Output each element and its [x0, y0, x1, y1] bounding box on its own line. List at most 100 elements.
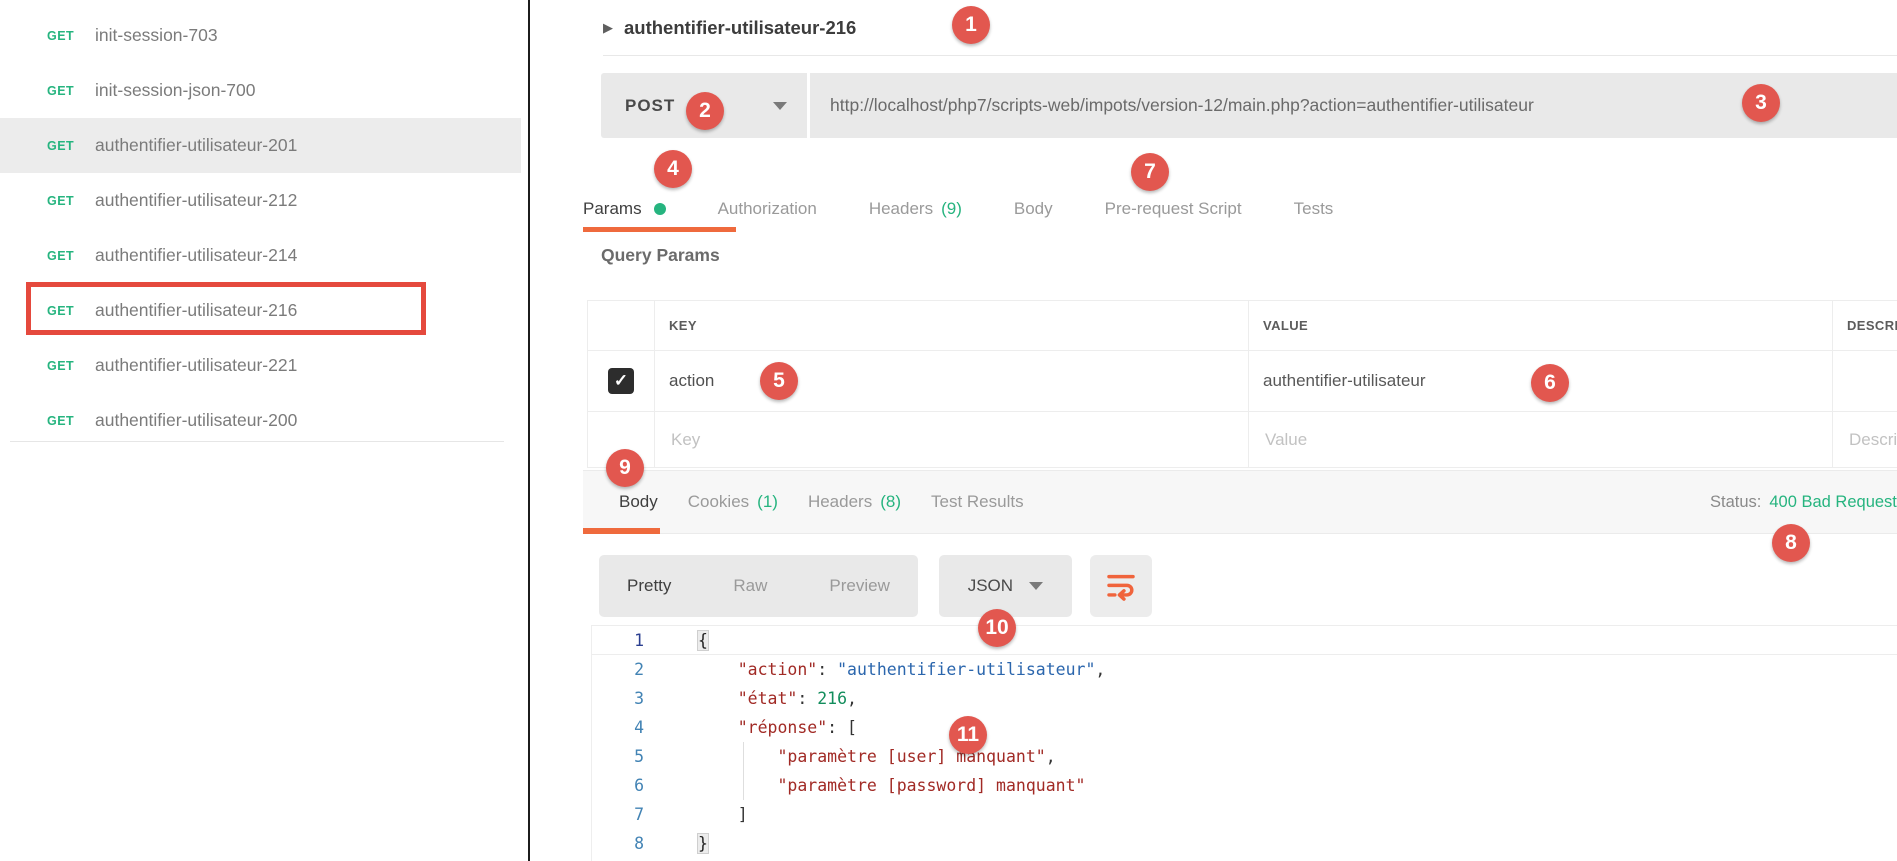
token: }	[698, 834, 708, 853]
token: ,	[847, 689, 857, 708]
token: "action"	[738, 660, 817, 679]
response-tab-test-results[interactable]: Test Results	[931, 492, 1024, 512]
token	[698, 718, 738, 737]
code-content: "réponse": [	[698, 713, 857, 742]
token: "paramètre [password] manquant"	[777, 776, 1085, 795]
method-badge: GET	[47, 194, 95, 208]
token: ,	[1046, 747, 1056, 766]
url-row: POST http://localhost/php7/scripts-web/i…	[583, 73, 1897, 138]
token: 216	[817, 689, 847, 708]
tab-label: Headers	[808, 492, 872, 512]
format-dropdown[interactable]: JSON	[939, 555, 1072, 617]
code-line-6: 6 "paramètre [password] manquant"	[592, 771, 1897, 800]
method-badge: GET	[47, 29, 95, 43]
view-mode-preview[interactable]: Preview	[829, 576, 889, 596]
status-label: Status:	[1710, 493, 1761, 512]
annotation-badge-2: 2	[686, 92, 724, 130]
new-value-input[interactable]	[1263, 429, 1808, 451]
code-line-5: 5 "paramètre [user] manquant",	[592, 742, 1897, 771]
token	[698, 689, 738, 708]
method-badge: GET	[47, 249, 95, 263]
url-input[interactable]: http://localhost/php7/scripts-web/impots…	[810, 73, 1897, 138]
response-tab-cookies[interactable]: Cookies(1)	[688, 492, 778, 512]
request-name: authentifier-utilisateur-212	[95, 190, 297, 211]
view-mode-pretty[interactable]: Pretty	[627, 576, 671, 596]
method-label: POST	[625, 96, 675, 116]
view-mode-raw[interactable]: Raw	[733, 576, 767, 596]
new-key-input[interactable]	[669, 429, 1223, 451]
sidebar-item-authentifier-utilisateur-214[interactable]: GETauthentifier-utilisateur-214	[0, 228, 521, 283]
param-description-cell[interactable]	[1833, 351, 1897, 411]
sidebar-item-authentifier-utilisateur-201[interactable]: GETauthentifier-utilisateur-201	[0, 118, 521, 173]
tab-count: (8)	[880, 492, 901, 512]
code-content: "action": "authentifier-utilisateur",	[698, 655, 1105, 684]
param-key-cell[interactable]: action	[655, 351, 1249, 411]
format-label: JSON	[968, 576, 1013, 596]
response-view-controls: Pretty Raw Preview JSON	[599, 555, 1152, 617]
chevron-down-icon	[1029, 582, 1043, 590]
new-description-input[interactable]	[1847, 429, 1897, 451]
code-content: }	[698, 829, 708, 858]
token	[698, 776, 777, 795]
header-value-label: VALUE	[1263, 318, 1308, 333]
sidebar-item-authentifier-utilisateur-221[interactable]: GETauthentifier-utilisateur-221	[0, 338, 521, 393]
method-badge: GET	[47, 414, 95, 428]
method-badge: GET	[47, 139, 95, 153]
annotation-badge-6: 6	[1531, 364, 1569, 402]
tab-label: Params	[583, 199, 642, 219]
tab-tests[interactable]: Tests	[1294, 199, 1334, 219]
sidebar-collection: GETinit-session-703GETinit-session-json-…	[0, 0, 521, 861]
tab-params[interactable]: Params	[583, 199, 666, 219]
response-body-viewer: 1{2 "action": "authentifier-utilisateur"…	[591, 625, 1897, 861]
sidebar-divider	[10, 441, 504, 442]
request-title: authentifier-utilisateur-216	[624, 17, 856, 39]
request-name: authentifier-utilisateur-201	[95, 135, 297, 156]
code-lines: 1{2 "action": "authentifier-utilisateur"…	[592, 626, 1897, 858]
token: "réponse"	[738, 718, 827, 737]
header-key: KEY	[655, 301, 1249, 350]
param-checkbox[interactable]: ✓	[608, 368, 634, 394]
sidebar-item-authentifier-utilisateur-200[interactable]: GETauthentifier-utilisateur-200	[0, 393, 521, 448]
annotation-badge-1: 1	[952, 6, 990, 44]
response-tabs: Body Cookies(1) Headers (8) Test Results	[601, 471, 1024, 533]
code-content: "paramètre [user] manquant",	[698, 742, 1056, 771]
view-mode-group: Pretty Raw Preview	[599, 555, 918, 617]
method-badge: GET	[47, 359, 95, 373]
sidebar-item-init-session-json-700[interactable]: GETinit-session-json-700	[0, 63, 521, 118]
tab-headers[interactable]: Headers(9)	[869, 199, 962, 219]
new-param-description-cell	[1833, 412, 1897, 467]
request-panel: ▶ authentifier-utilisateur-216 POST http…	[583, 0, 1897, 861]
status-value: 400 Bad Request	[1769, 493, 1897, 512]
tab-label: Body	[1014, 199, 1053, 219]
method-badge: GET	[47, 304, 95, 318]
header-key-label: KEY	[669, 318, 697, 333]
line-number: 1	[592, 626, 644, 654]
code-line-1: 1{	[592, 626, 1897, 655]
line-number: 3	[592, 684, 644, 713]
token: ,	[1095, 660, 1105, 679]
sidebar-item-init-session-703[interactable]: GETinit-session-703	[0, 8, 521, 63]
chevron-down-icon	[773, 102, 787, 110]
token: :	[827, 718, 847, 737]
token	[698, 660, 738, 679]
collapse-arrow-icon[interactable]: ▶	[603, 20, 613, 36]
header-checkbox-cell	[588, 301, 655, 350]
line-number: 2	[592, 655, 644, 684]
tab-label: Tests	[1294, 199, 1334, 219]
token	[698, 747, 777, 766]
tab-body[interactable]: Body	[1014, 199, 1053, 219]
tab-pre-request-script[interactable]: Pre-request Script	[1105, 199, 1242, 219]
sidebar-panel-divider	[528, 0, 530, 861]
active-response-tab-underline	[583, 528, 660, 534]
tab-count: (1)	[757, 492, 778, 512]
params-indicator-dot	[654, 203, 666, 215]
response-tab-headers[interactable]: Headers (8)	[808, 492, 901, 512]
postman-window: GETinit-session-703GETinit-session-json-…	[0, 0, 1897, 861]
response-tab-body[interactable]: Body	[619, 492, 658, 512]
sidebar-item-authentifier-utilisateur-212[interactable]: GETauthentifier-utilisateur-212	[0, 173, 521, 228]
wrap-text-button[interactable]	[1090, 555, 1152, 617]
param-key-text: action	[669, 371, 714, 391]
sidebar-request-list: GETinit-session-703GETinit-session-json-…	[0, 0, 521, 448]
sidebar-item-authentifier-utilisateur-216[interactable]: GETauthentifier-utilisateur-216	[0, 283, 521, 338]
tab-authorization[interactable]: Authorization	[718, 199, 817, 219]
